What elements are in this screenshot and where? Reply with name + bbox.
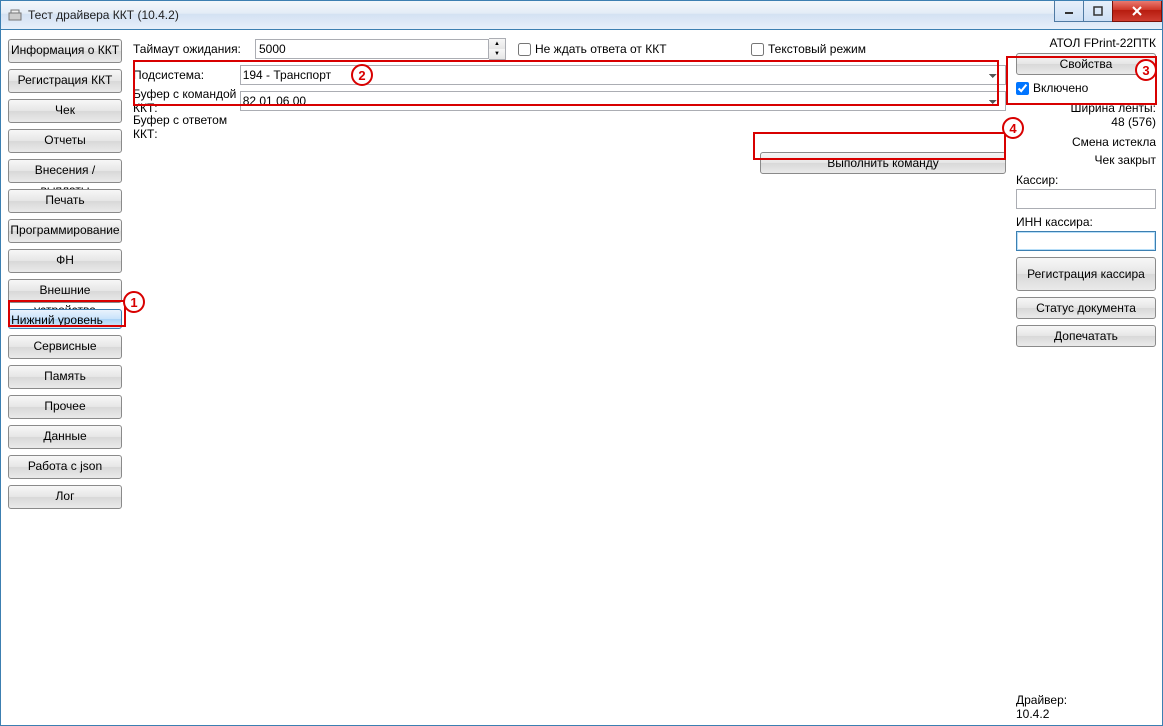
tape-width-value: 48 (576): [1016, 115, 1156, 129]
sidebar-item-13[interactable]: Данные: [8, 425, 122, 449]
timeout-row: Таймаут ожидания: ▲ ▼ Не ждать ответа от…: [133, 38, 1006, 60]
minimize-button[interactable]: [1054, 1, 1084, 22]
enabled-checkbox-input[interactable]: [1016, 82, 1029, 95]
sidebar-item-11[interactable]: Память: [8, 365, 122, 389]
driver-label: Драйвер:: [1016, 693, 1156, 707]
timeout-spinner: ▲ ▼: [255, 38, 506, 60]
sidebar-item-5[interactable]: Печать: [8, 189, 122, 213]
window-title: Тест драйвера ККТ (10.4.2): [28, 8, 1055, 22]
properties-button[interactable]: Свойства: [1016, 53, 1156, 75]
sidebar-item-8[interactable]: Внешние устройства: [8, 279, 122, 303]
execute-command-button[interactable]: Выполнить команду: [760, 152, 1006, 174]
sidebar-item-7[interactable]: ФН: [8, 249, 122, 273]
sidebar-item-1[interactable]: Регистрация ККТ: [8, 69, 122, 93]
window-body: Информация о ККТ Регистрация ККТ Чек Отчеты…: [1, 30, 1162, 725]
window-buttons: [1055, 1, 1162, 29]
cashier-input[interactable]: [1016, 189, 1156, 209]
reprint-button[interactable]: Допечатать: [1016, 325, 1156, 347]
enabled-checkbox[interactable]: Включено: [1016, 81, 1156, 95]
timeout-input[interactable]: [255, 39, 489, 59]
main-panel: Таймаут ожидания: ▲ ▼ Не ждать ответа от…: [129, 30, 1012, 725]
cashier-block: Кассир:: [1016, 173, 1156, 209]
nowait-label: Не ждать ответа от ККТ: [535, 42, 667, 56]
nowait-checkbox-input[interactable]: [518, 43, 531, 56]
respbuf-label: Буфер с ответом ККТ:: [133, 113, 255, 141]
enabled-label: Включено: [1033, 81, 1088, 95]
exec-row: Выполнить команду: [133, 152, 1006, 174]
sidebar-item-0[interactable]: Информация о ККТ: [8, 39, 122, 63]
textmode-label: Текстовый режим: [768, 42, 866, 56]
maximize-button[interactable]: [1083, 1, 1113, 22]
textmode-checkbox-input[interactable]: [751, 43, 764, 56]
sidebar-item-15[interactable]: Лог: [8, 485, 122, 509]
titlebar: Тест драйвера ККТ (10.4.2): [1, 1, 1162, 30]
nowait-checkbox[interactable]: Не ждать ответа от ККТ: [518, 42, 667, 56]
close-button[interactable]: [1112, 1, 1162, 22]
right-panel: АТОЛ FPrint-22ПТК Свойства Включено Шири…: [1012, 30, 1162, 725]
cmdbuf-row: Буфер с командой ККТ: 82 01 06 00: [133, 90, 1006, 112]
sidebar-item-6[interactable]: Программирование: [8, 219, 122, 243]
cmdbuf-label: Буфер с командой ККТ:: [133, 87, 240, 115]
subsystem-select[interactable]: 194 - Транспорт: [240, 65, 1006, 85]
sidebar: Информация о ККТ Регистрация ККТ Чек Отчеты…: [1, 30, 129, 725]
app-icon: [7, 7, 23, 23]
sidebar-item-3[interactable]: Отчеты: [8, 129, 122, 153]
spin-down-icon[interactable]: ▼: [489, 49, 505, 59]
cheque-state: Чек закрыт: [1016, 153, 1156, 167]
subsystem-label: Подсистема:: [133, 68, 240, 82]
sidebar-item-4[interactable]: Внесения / выплаты: [8, 159, 122, 183]
device-name: АТОЛ FPrint-22ПТК: [1016, 36, 1156, 50]
timeout-label: Таймаут ожидания:: [133, 42, 255, 56]
app-window: Тест драйвера ККТ (10.4.2) Информация о …: [0, 0, 1163, 726]
timeout-spin-buttons: ▲ ▼: [489, 38, 506, 60]
sidebar-item-14[interactable]: Работа с json: [8, 455, 122, 479]
tape-width-label: Ширина ленты:: [1016, 101, 1156, 115]
document-status-button[interactable]: Статус документа: [1016, 297, 1156, 319]
sidebar-item-10[interactable]: Сервисные: [8, 335, 122, 359]
cashier-label: Кассир:: [1016, 173, 1156, 187]
cashier-inn-block: ИНН кассира:: [1016, 215, 1156, 251]
cmdbuf-select[interactable]: 82 01 06 00: [240, 91, 1006, 111]
register-cashier-button[interactable]: Регистрация кассира: [1016, 257, 1156, 291]
subsystem-row: Подсистема: 194 - Транспорт: [133, 64, 1006, 86]
textmode-checkbox[interactable]: Текстовый режим: [751, 42, 866, 56]
cashier-inn-input[interactable]: [1016, 231, 1156, 251]
spin-up-icon[interactable]: ▲: [489, 39, 505, 49]
shift-state: Смена истекла: [1016, 135, 1156, 149]
cashier-inn-label: ИНН кассира:: [1016, 215, 1156, 229]
driver-version: 10.4.2: [1016, 707, 1156, 721]
respbuf-row: Буфер с ответом ККТ:: [133, 116, 1006, 138]
sidebar-item-2[interactable]: Чек: [8, 99, 122, 123]
sidebar-item-9[interactable]: Нижний уровень: [8, 309, 122, 329]
sidebar-item-12[interactable]: Прочее: [8, 395, 122, 419]
